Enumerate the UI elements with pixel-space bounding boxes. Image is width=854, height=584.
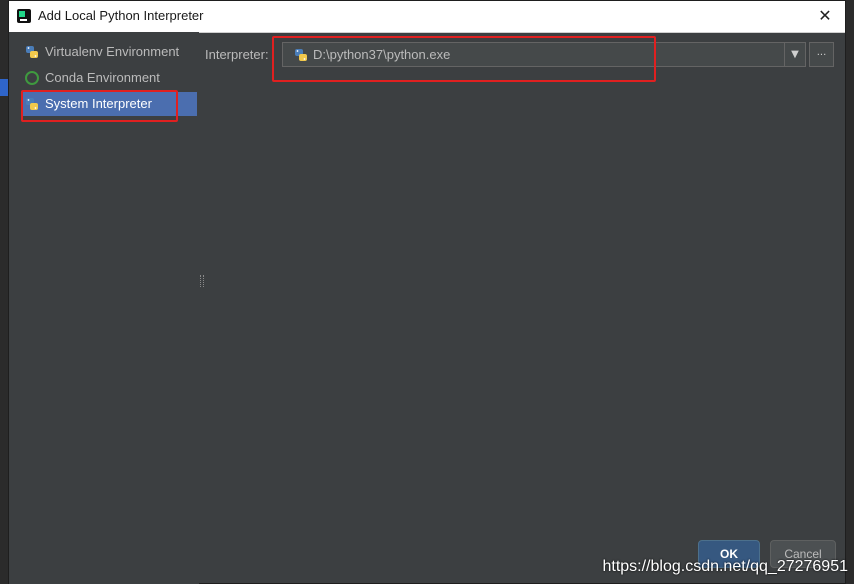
browse-button[interactable]: ... [809,42,834,67]
dialog-title: Add Local Python Interpreter [38,8,204,23]
python-icon [26,46,38,58]
add-interpreter-dialog: Add Local Python Interpreter ✕ Virtualen… [8,0,846,584]
sidebar-item-virtualenv[interactable]: Virtualenv Environment [21,40,197,64]
interpreter-label: Interpreter: [205,47,269,62]
chevron-down-icon[interactable]: ▼ [784,43,805,66]
highlight-box-interpreter [272,36,656,82]
conda-icon [25,71,39,85]
sidebar-item-label: Virtualenv Environment [45,44,180,59]
ide-selected-line [0,79,8,96]
close-button[interactable]: ✕ [815,5,835,27]
dialog-titlebar: Add Local Python Interpreter ✕ [9,1,845,33]
panel-splitter-handle[interactable] [200,275,204,287]
watermark-text: https://blog.csdn.net/qq_27276951 [602,558,848,575]
pycharm-icon [17,9,31,23]
ide-background-left [0,0,8,584]
sidebar-item-label: Conda Environment [45,70,160,85]
highlight-box-system-interpreter [21,90,178,122]
sidebar-item-conda[interactable]: Conda Environment [21,66,197,90]
